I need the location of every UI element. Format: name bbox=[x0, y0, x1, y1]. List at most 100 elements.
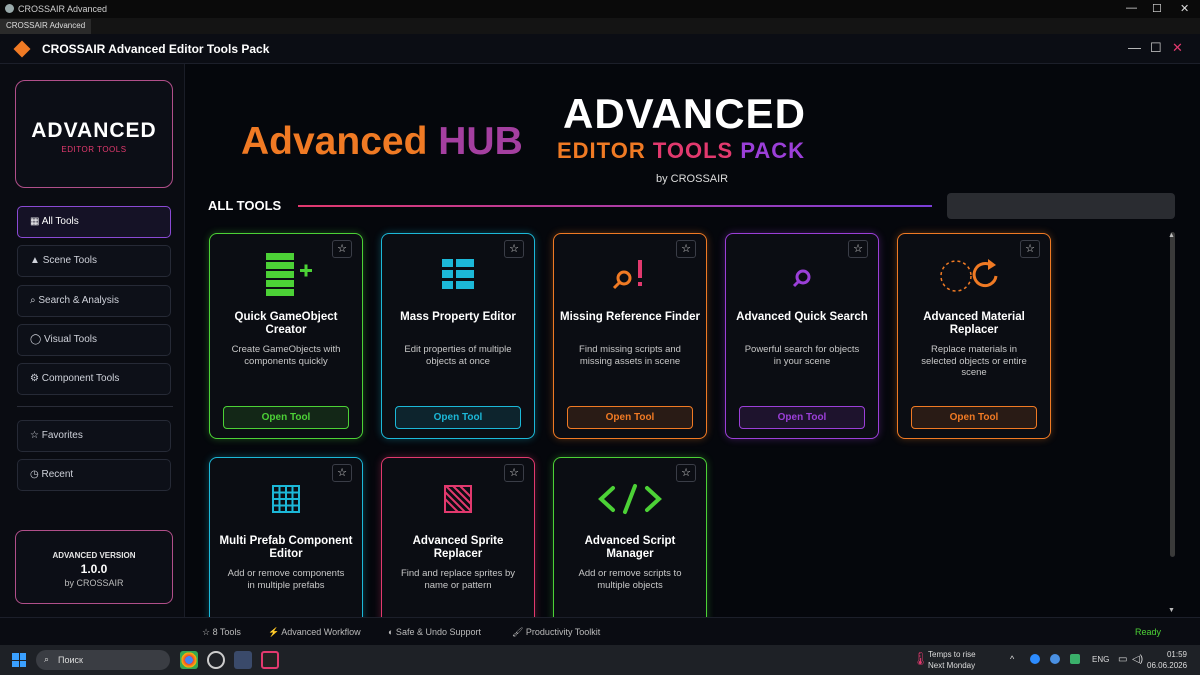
sidebar-item-all-tools[interactable]: ▦ All Tools bbox=[17, 206, 171, 238]
taskbar: ⌕ Поиск 🌡 Temps to rise Next Monday ^ EN… bbox=[0, 645, 1200, 675]
search-input[interactable] bbox=[947, 193, 1175, 219]
tool-description: Replace materials in selected objects or… bbox=[921, 344, 1027, 378]
tool-name: Quick GameObject Creator bbox=[234, 311, 338, 336]
gear-icon: ⚙ bbox=[30, 373, 39, 384]
sidebar-item-label: Search & Analysis bbox=[38, 295, 119, 306]
chrome-icon[interactable] bbox=[180, 651, 198, 669]
tool-name: Multi Prefab Component Editor bbox=[219, 535, 353, 560]
open-tool-button[interactable]: Open Tool bbox=[567, 406, 693, 429]
taskbar-search[interactable]: ⌕ Поиск bbox=[36, 650, 170, 670]
network-icon[interactable]: ▭ bbox=[1118, 654, 1127, 665]
tool-card[interactable]: ☆ Multi Prefab Component Editor Add or r… bbox=[209, 457, 363, 617]
tool-card[interactable]: ☆ Advanced Script Manager Add or remove … bbox=[553, 457, 707, 617]
close-button[interactable]: ✕ bbox=[1180, 2, 1189, 15]
clock-time[interactable]: 01:59 bbox=[1157, 650, 1187, 659]
tool-name: Advanced Sprite Replacer bbox=[412, 535, 504, 560]
app-maximize-button[interactable]: ☐ bbox=[1150, 40, 1162, 56]
tray-chevron-icon[interactable]: ^ bbox=[1010, 654, 1014, 664]
diamond-logo-icon bbox=[13, 40, 31, 58]
scrollbar[interactable] bbox=[1170, 232, 1175, 557]
sidebar-item-label: Component Tools bbox=[41, 373, 120, 384]
tray-app-icon-2[interactable] bbox=[1070, 654, 1080, 664]
hero-hub-word-hub: HUB bbox=[438, 120, 523, 163]
main-content: Advanced HUB ADVANCED EDITOR TOOLS PACK … bbox=[185, 64, 1200, 617]
tool-description: Add or remove scripts to multiple object… bbox=[578, 568, 682, 591]
version-by: by CROSSAIR bbox=[64, 578, 124, 588]
tool-description: Powerful search for objects in your scen… bbox=[744, 344, 860, 367]
app-icon bbox=[5, 4, 14, 13]
sidebar-item-label: Recent bbox=[41, 469, 74, 480]
star-icon: ☆ bbox=[30, 430, 39, 441]
rider-icon[interactable] bbox=[261, 651, 279, 669]
tool-card[interactable]: ☆ Quick GameObject Creator Create GameOb… bbox=[209, 233, 363, 439]
sidebar-item-label: All Tools bbox=[41, 216, 79, 227]
sidebar-item-component-tools[interactable]: ⚙ Component Tools bbox=[17, 363, 171, 395]
open-tool-button[interactable]: Open Tool bbox=[223, 406, 349, 429]
clock-date[interactable]: 06.06.2026 bbox=[1147, 661, 1187, 670]
hero-big-title: ADVANCED bbox=[563, 90, 806, 137]
tool-name: Advanced Script Manager bbox=[584, 535, 676, 560]
language-indicator[interactable]: ENG bbox=[1092, 655, 1109, 664]
tab-crossair[interactable]: CROSSAIR Advanced bbox=[0, 19, 92, 34]
scroll-down-icon[interactable]: ▼ bbox=[1168, 607, 1175, 614]
windows-start-icon[interactable] bbox=[12, 653, 26, 667]
tool-name: Mass Property Editor bbox=[400, 311, 516, 323]
property-list-icon bbox=[382, 250, 534, 300]
minimize-button[interactable]: — bbox=[1126, 2, 1137, 14]
add-gameobject-icon bbox=[210, 250, 362, 300]
triangle-icon: ▲ bbox=[30, 255, 40, 266]
tool-description: Edit properties of multiple objects at o… bbox=[404, 344, 512, 367]
hero-by: by CROSSAIR bbox=[656, 173, 729, 185]
prefab-grid-icon bbox=[210, 474, 362, 524]
scroll-up-icon[interactable]: ▲ bbox=[1168, 232, 1175, 239]
tool-card[interactable]: ☆ Mass Property Editor Edit properties o… bbox=[381, 233, 535, 439]
tool-card[interactable]: ☆ Advanced Sprite Replacer Find and repl… bbox=[381, 457, 535, 617]
app-close-button[interactable]: ✕ bbox=[1172, 40, 1183, 56]
hero-sub-tools: TOOLS bbox=[652, 138, 734, 163]
tool-card[interactable]: ☆ Missing Reference Finder Find missing … bbox=[553, 233, 707, 439]
status-safe-undo: ◐ Safe & Undo Support bbox=[388, 627, 481, 637]
sidebar-item-recent[interactable]: ◷ Recent bbox=[17, 459, 171, 491]
weather-line-2: Next Monday bbox=[928, 661, 976, 670]
clock-icon: ◷ bbox=[30, 469, 39, 480]
open-tool-button[interactable]: Open Tool bbox=[739, 406, 865, 429]
tool-card[interactable]: ☆ Advanced Quick Search Powerful search … bbox=[725, 233, 879, 439]
search-icon: ⌕ bbox=[30, 295, 36, 306]
brand-subtitle: EDITOR TOOLS bbox=[61, 145, 127, 154]
onedrive-icon[interactable] bbox=[1030, 654, 1040, 664]
open-tool-button[interactable]: Open Tool bbox=[911, 406, 1037, 429]
version-number: 1.0.0 bbox=[80, 562, 108, 576]
status-workflow: ⚡ Advanced Workflow bbox=[268, 627, 361, 637]
status-tools-count: ☆ 8 Tools bbox=[202, 627, 241, 637]
open-tool-button[interactable]: Open Tool bbox=[395, 406, 521, 429]
version-panel: ADVANCED VERSION 1.0.0 by CROSSAIR bbox=[15, 530, 173, 604]
tool-name: Advanced Material Replacer bbox=[923, 311, 1025, 336]
hero-subtitle: EDITOR TOOLS PACK bbox=[557, 138, 805, 164]
sidebar-item-search-analysis[interactable]: ⌕ Search & Analysis bbox=[17, 285, 171, 317]
hero-sub-pack: PACK bbox=[740, 138, 806, 163]
tool-description: Create GameObjects with components quick… bbox=[231, 344, 341, 367]
maximize-button[interactable]: ☐ bbox=[1152, 2, 1162, 15]
volume-icon[interactable]: ◁) bbox=[1132, 654, 1143, 665]
sidebar-item-scene-tools[interactable]: ▲ Scene Tools bbox=[17, 245, 171, 277]
status-productivity: 🖌 Productivity Toolkit bbox=[512, 627, 601, 637]
tool-description: Find missing scripts and missing assets … bbox=[579, 344, 681, 367]
tool-name: Advanced Quick Search bbox=[736, 311, 868, 323]
sidebar-item-label: Visual Tools bbox=[43, 334, 97, 345]
sidebar-item-favorites[interactable]: ☆ Favorites bbox=[17, 420, 171, 452]
grid-icon: ▦ bbox=[30, 216, 40, 227]
status-bar: ☆ 8 Tools ⚡ Advanced Workflow ◐ Safe & U… bbox=[0, 617, 1200, 645]
tray-app-icon[interactable] bbox=[1050, 654, 1060, 664]
sprite-icon bbox=[382, 474, 534, 524]
tool-description: Add or remove components in multiple pre… bbox=[227, 568, 345, 591]
sidebar-item-label: Scene Tools bbox=[42, 255, 97, 266]
section-divider bbox=[298, 205, 932, 207]
tool-card[interactable]: ☆ Advanced Material Replacer Replace mat… bbox=[897, 233, 1051, 439]
app-minimize-button[interactable]: — bbox=[1128, 40, 1141, 55]
sidebar-item-visual-tools[interactable]: ◯ Visual Tools bbox=[17, 324, 171, 356]
settings-app-icon[interactable] bbox=[234, 651, 252, 669]
thermometer-icon: 🌡 bbox=[912, 651, 929, 666]
unity-icon[interactable] bbox=[207, 651, 225, 669]
brand-title: ADVANCED bbox=[31, 119, 157, 142]
taskbar-search-label: Поиск bbox=[58, 655, 83, 665]
